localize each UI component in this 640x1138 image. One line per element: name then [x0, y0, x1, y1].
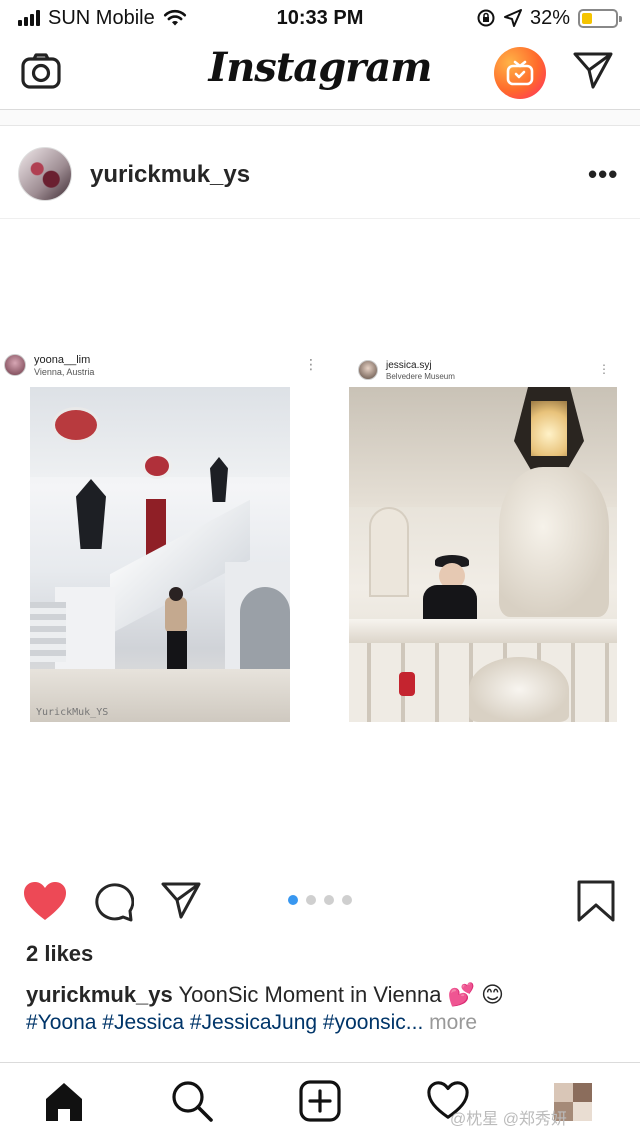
carousel-dot: [306, 895, 316, 905]
embedded-username: jessica.syj: [386, 360, 432, 371]
photo-jessica: [349, 387, 617, 722]
location-arrow-icon: [503, 9, 522, 27]
heart-icon[interactable]: [22, 880, 68, 922]
hashtag-links[interactable]: #Yoona #Jessica #JessicaJung #yoonsic...: [26, 1011, 423, 1034]
battery-percent: 32%: [529, 6, 570, 29]
status-right: 32%: [476, 6, 622, 30]
comment-icon[interactable]: [92, 880, 134, 922]
carousel-indicator: [288, 895, 352, 905]
share-icon[interactable]: [160, 880, 202, 920]
add-post-icon[interactable]: [298, 1079, 342, 1123]
caption-username[interactable]: yurickmuk_ys: [26, 982, 173, 1007]
more-options-icon[interactable]: •••: [588, 159, 618, 190]
wifi-icon: [163, 9, 186, 26]
previous-post-edge: [0, 110, 640, 126]
search-icon[interactable]: [170, 1079, 214, 1123]
post-username[interactable]: yurickmuk_ys: [90, 161, 250, 189]
weibo-watermark: @枕星 @郑秀妍: [450, 1111, 567, 1128]
embedded-text: jessica.syj Belvedere Museum: [386, 360, 455, 381]
post-actions: [0, 870, 640, 932]
status-bar: SUN Mobile 10:33 PM 32%: [0, 0, 640, 36]
carrier-name: SUN Mobile: [48, 6, 155, 29]
embedded-more-icon: ⋮: [598, 362, 610, 376]
embedded-more-icon: ⋮: [304, 356, 318, 372]
bookmark-icon[interactable]: [576, 880, 616, 922]
embedded-avatar: [358, 360, 378, 381]
post-avatar[interactable]: [18, 147, 72, 201]
embedded-text: yoona__lim Vienna, Austria: [34, 354, 94, 377]
post-header: yurickmuk_ys •••: [0, 127, 640, 219]
photo-watermark: YurickMuk_YS: [36, 707, 109, 718]
caption-hashtags: #Yoona #Jessica #JessicaJung #yoonsic...…: [26, 1009, 477, 1037]
signal-icon: [18, 10, 40, 26]
igtv-icon[interactable]: [494, 47, 546, 99]
battery-fill: [582, 12, 593, 24]
caption-text: YoonSic Moment in Vienna 💕 😊: [178, 982, 504, 1007]
direct-message-icon[interactable]: [572, 50, 614, 90]
embedded-location: Belvedere Museum: [386, 371, 455, 381]
embedded-header-right: jessica.syj Belvedere Museum: [358, 360, 455, 381]
carousel-dot: [288, 895, 298, 905]
embedded-header-left: yoona__lim Vienna, Austria: [4, 354, 94, 377]
status-left: SUN Mobile: [18, 7, 187, 30]
more-link[interactable]: more: [429, 1011, 477, 1034]
post-media[interactable]: yoona__lim Vienna, Austria ⋮ YurickMuk_Y…: [0, 220, 640, 865]
caption: yurickmuk_ys YoonSic Moment in Vienna 💕 …: [26, 981, 626, 1009]
top-navigation: Instagram: [0, 36, 640, 110]
battery-icon: [578, 8, 622, 28]
home-icon[interactable]: [42, 1079, 86, 1123]
likes-count[interactable]: 2 likes: [26, 941, 93, 967]
orientation-lock-icon: [477, 9, 495, 27]
photo-yoona: YurickMuk_YS: [30, 387, 290, 722]
embedded-username: yoona__lim: [34, 354, 91, 366]
carousel-dot: [342, 895, 352, 905]
carousel-dot: [324, 895, 334, 905]
embedded-avatar: [4, 354, 26, 377]
embedded-location: Vienna, Austria: [34, 366, 95, 377]
